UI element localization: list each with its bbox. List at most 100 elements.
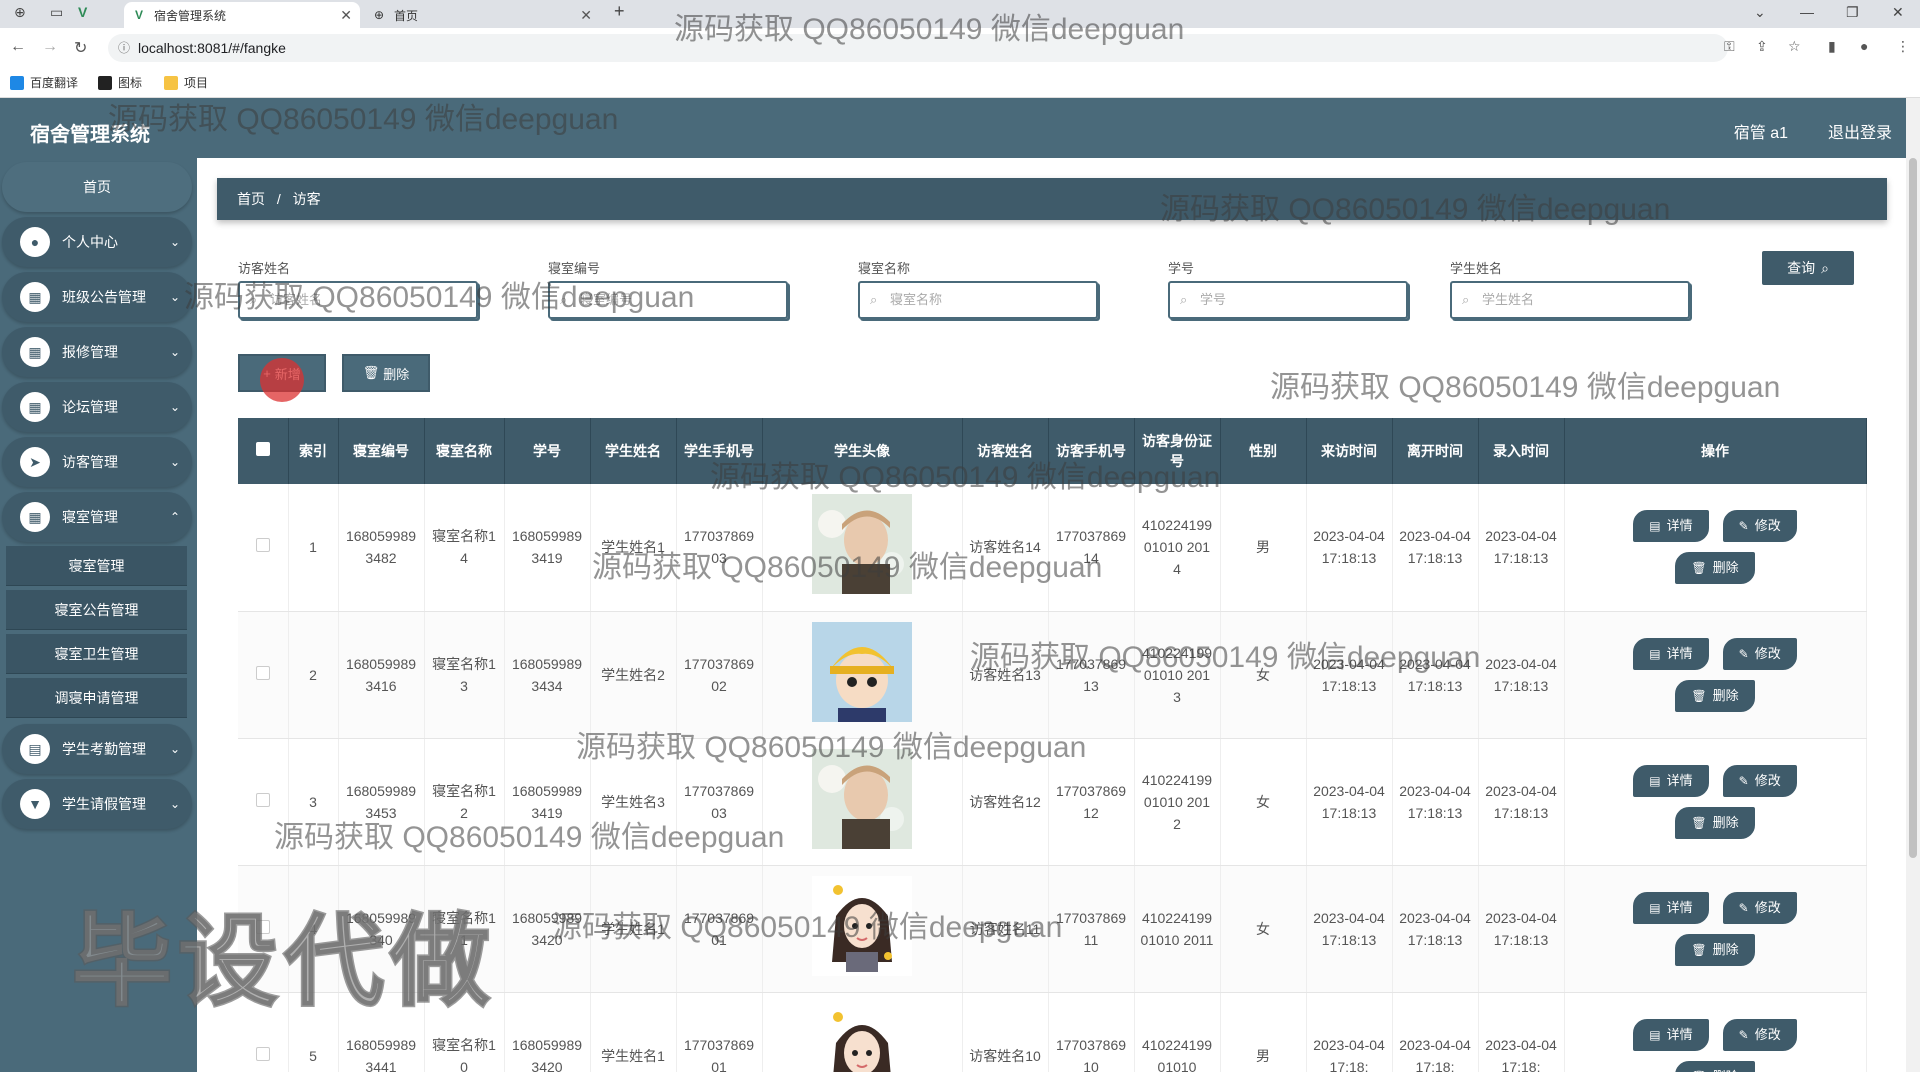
profile-icon[interactable]: ● xyxy=(1860,38,1868,54)
bookmark-label: 图标 xyxy=(118,76,143,90)
info-icon[interactable]: ⓘ xyxy=(118,34,130,62)
column-header[interactable]: 访客姓名 xyxy=(962,418,1049,484)
column-header[interactable]: 访客手机号 xyxy=(1048,418,1135,484)
scrollbar-thumb[interactable] xyxy=(1909,158,1917,858)
room-no-input[interactable]: ⌕ 寝室编号 xyxy=(548,281,788,319)
student-avatar[interactable] xyxy=(812,494,912,595)
row-delete-button[interactable]: 🗑 删除 xyxy=(1675,933,1755,966)
trash-icon: 🗑 xyxy=(362,365,380,380)
sidebar-item-leave[interactable]: ▼ 学生请假管理 ⌄ xyxy=(2,779,192,829)
row-checkbox[interactable] xyxy=(255,665,270,680)
bookmark-item[interactable]: 项目 xyxy=(164,74,208,91)
bookmark-label: 项目 xyxy=(184,76,209,90)
column-header[interactable]: 来访时间 xyxy=(1306,418,1393,484)
detail-button[interactable]: ▤ 详情 xyxy=(1633,637,1709,670)
bookmarks-bar: 百度翻译 图标 项目 xyxy=(0,68,1920,98)
column-header[interactable]: 索引 xyxy=(288,418,339,484)
column-header[interactable]: 学生头像 xyxy=(762,418,963,484)
edit-button[interactable]: ✎ 修改 xyxy=(1722,764,1797,797)
column-header[interactable]: 学号 xyxy=(504,418,591,484)
minimize-icon[interactable]: — xyxy=(1800,4,1814,20)
sidebar-item-home[interactable]: 首页 xyxy=(2,162,192,212)
sidebar-item-attendance[interactable]: ▤ 学生考勤管理 ⌄ xyxy=(2,724,192,774)
star-icon[interactable]: ☆ xyxy=(1788,38,1801,55)
row-delete-button[interactable]: 🗑 删除 xyxy=(1675,679,1755,712)
submenu-dorm-hygiene[interactable]: 寝室卫生管理 xyxy=(6,634,187,674)
grid-icon: ▦ xyxy=(20,502,50,532)
breadcrumb-home[interactable]: 首页 xyxy=(237,191,265,207)
row-delete-button[interactable]: 🗑 删除 xyxy=(1675,806,1755,839)
close-window-icon[interactable]: ✕ xyxy=(1892,4,1904,21)
sidebar-item-repair[interactable]: ▦ 报修管理 ⌄ xyxy=(2,327,192,377)
bookmark-item[interactable]: 百度翻译 xyxy=(10,74,78,91)
column-header[interactable]: 学生手机号 xyxy=(676,418,763,484)
globe-icon[interactable]: ⊕ xyxy=(14,4,26,21)
column-header[interactable]: 访客身份证号 xyxy=(1134,418,1221,484)
row-checkbox[interactable] xyxy=(255,538,270,553)
row-checkbox[interactable] xyxy=(255,792,270,807)
edit-button[interactable]: ✎ 修改 xyxy=(1722,1018,1797,1051)
batch-delete-button[interactable]: 🗑 删除 xyxy=(342,354,430,392)
bookmark-item[interactable]: 图标 xyxy=(98,74,142,91)
url-field[interactable]: ⓘ localhost:8081/#/fangke xyxy=(108,34,1728,62)
sidebar-item-dorm[interactable]: ▦ 寝室管理 ⌃ xyxy=(2,492,192,542)
close-icon[interactable]: ✕ xyxy=(340,7,352,24)
sidebar-item-class-notice[interactable]: ▦ 班级公告管理 ⌄ xyxy=(2,272,192,322)
query-button[interactable]: 查询 ⌕ xyxy=(1762,251,1854,285)
key-icon[interactable]: ⚿ xyxy=(1724,38,1735,55)
close-icon[interactable]: ✕ xyxy=(580,7,592,24)
share-icon[interactable]: ⇪ xyxy=(1756,38,1768,55)
back-icon[interactable]: ← xyxy=(10,38,26,56)
detail-button[interactable]: ▤ 详情 xyxy=(1633,891,1709,924)
sidebar-item-visitor[interactable]: ➤ 访客管理 ⌄ xyxy=(2,437,192,487)
row-delete-button[interactable]: 🗑 删除 xyxy=(1675,552,1755,585)
vue-icon[interactable]: V xyxy=(78,4,87,20)
column-header[interactable]: 离开时间 xyxy=(1392,418,1479,484)
trash-icon: 🗑 xyxy=(1691,688,1707,703)
new-tab-icon[interactable]: + xyxy=(614,1,625,22)
student-avatar[interactable] xyxy=(812,1002,912,1072)
logout-link[interactable]: 退出登录 xyxy=(1828,119,1892,143)
submenu-dorm-notice[interactable]: 寝室公告管理 xyxy=(6,590,187,630)
forward-icon[interactable]: → xyxy=(42,38,58,56)
row-delete-button[interactable]: 🗑 删除 xyxy=(1675,1060,1755,1072)
column-header[interactable]: 性别 xyxy=(1220,418,1307,484)
select-all-checkbox[interactable] xyxy=(255,442,270,456)
sidepanel-icon[interactable]: ▮ xyxy=(1828,38,1836,55)
detail-button[interactable]: ▤ 详情 xyxy=(1633,1018,1709,1051)
tab-home[interactable]: ⊕ 首页 ✕ xyxy=(364,2,600,28)
edit-button[interactable]: ✎ 修改 xyxy=(1722,891,1797,924)
visitor-name-input[interactable]: ⌕ 访客姓名 xyxy=(238,281,478,319)
student-avatar[interactable] xyxy=(812,621,912,722)
sidebar-item-forum[interactable]: ▦ 论坛管理 ⌄ xyxy=(2,382,192,432)
detail-button[interactable]: ▤ 详情 xyxy=(1633,764,1709,797)
column-header[interactable]: 寝室名称 xyxy=(424,418,505,484)
chevron-down-icon[interactable]: ⌄ xyxy=(1754,4,1766,21)
restore-icon[interactable]: ❐ xyxy=(1846,4,1859,21)
student-no-input[interactable]: ⌕ 学号 xyxy=(1168,281,1408,319)
room-name-input[interactable]: ⌕ 寝室名称 xyxy=(858,281,1098,319)
column-header[interactable]: 学生姓名 xyxy=(590,418,677,484)
submenu-dorm-transfer[interactable]: 调寝申请管理 xyxy=(6,678,187,718)
student-avatar[interactable] xyxy=(812,748,912,849)
student-name-input[interactable]: ⌕ 学生姓名 xyxy=(1450,281,1690,319)
cell-stu-name: 学生姓名1 xyxy=(590,484,677,612)
tab-stub-icon[interactable]: ▭ xyxy=(50,4,63,21)
edit-button[interactable]: ✎ 修改 xyxy=(1722,637,1797,670)
sidebar-item-personal[interactable]: ● 个人中心 ⌄ xyxy=(2,217,192,267)
more-icon[interactable]: ⋮ xyxy=(1896,38,1910,55)
page-scrollbar[interactable] xyxy=(1906,98,1920,1072)
row-checkbox[interactable] xyxy=(255,1046,270,1061)
watermark-big: 毕设代做 xyxy=(71,905,496,1020)
edit-button[interactable]: ✎ 修改 xyxy=(1722,510,1797,543)
reload-icon[interactable]: ↻ xyxy=(74,38,87,58)
tab-dorm-system[interactable]: V 宿舍管理系统 ✕ xyxy=(124,2,360,28)
column-header[interactable]: 录入时间 xyxy=(1478,418,1565,484)
student-avatar[interactable] xyxy=(812,875,912,976)
chevron-up-icon: ⌃ xyxy=(169,510,180,524)
submenu-dorm-manage[interactable]: 寝室管理 xyxy=(6,546,187,586)
row-delete-label: 删除 xyxy=(1712,560,1739,576)
column-header[interactable]: 寝室编号 xyxy=(338,418,425,484)
pencil-icon: ✎ xyxy=(1738,646,1749,661)
detail-button[interactable]: ▤ 详情 xyxy=(1633,510,1709,543)
